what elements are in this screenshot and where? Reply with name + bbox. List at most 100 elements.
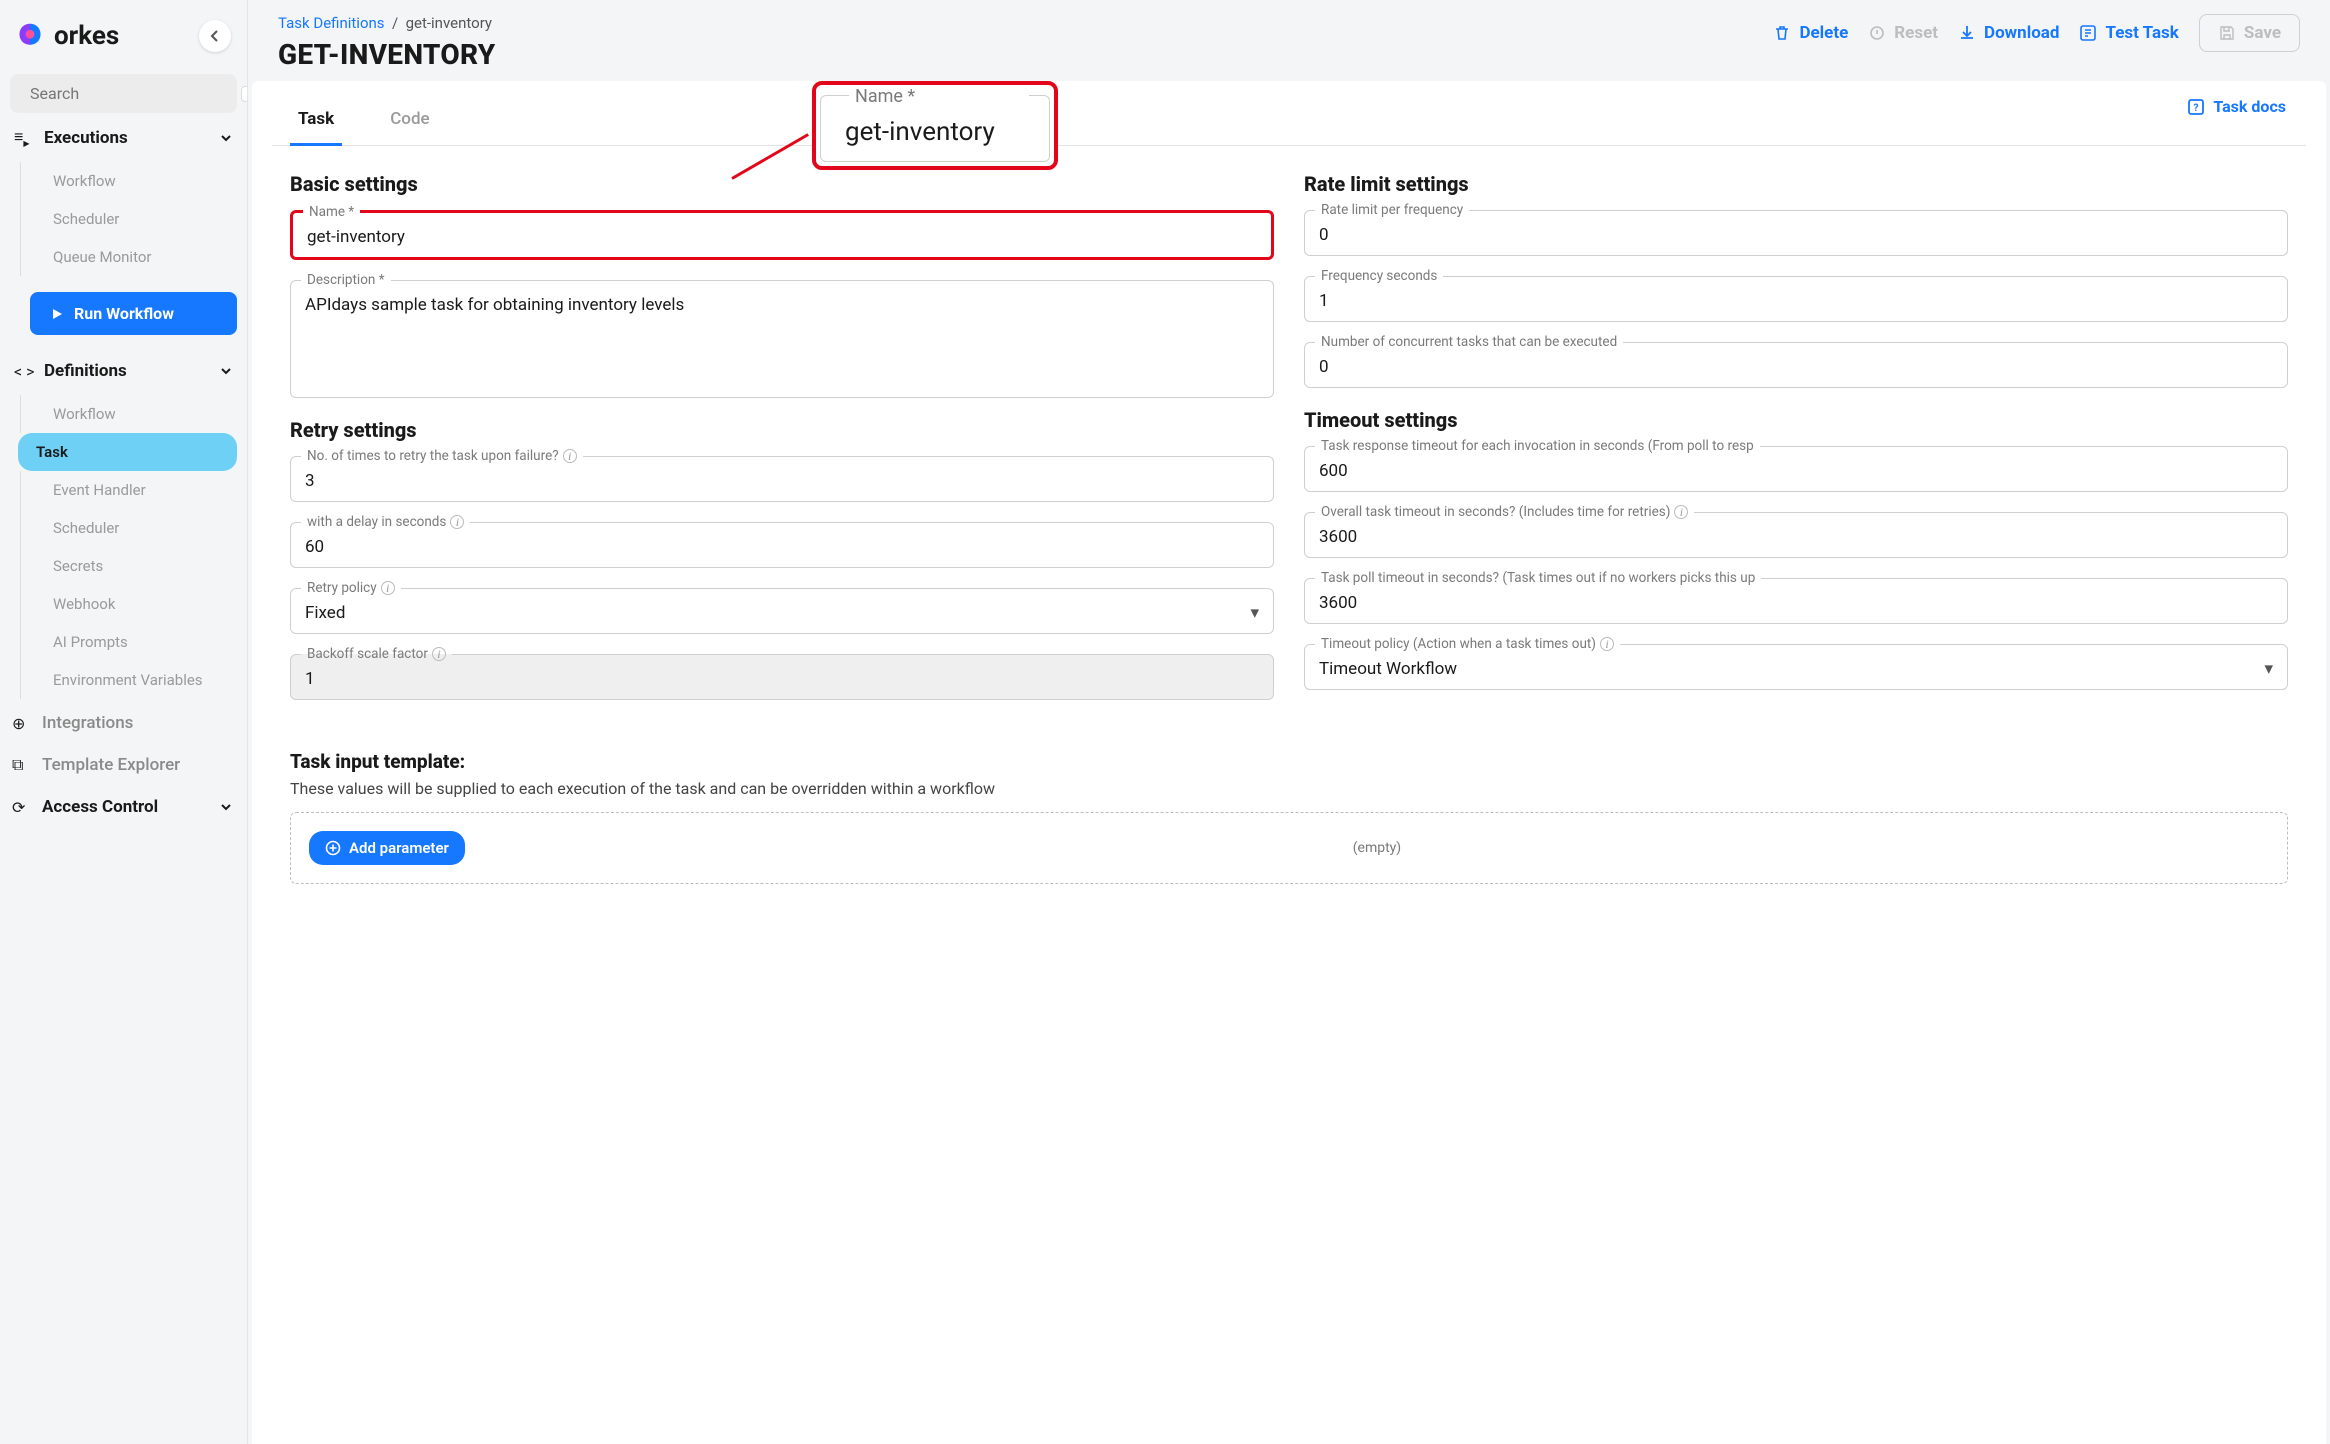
- left-col: Basic settings Name * Description * APId…: [290, 166, 1274, 720]
- chevron-down-icon: [219, 131, 233, 145]
- nav-template-explorer[interactable]: ⧉ Template Explorer: [10, 747, 237, 783]
- form-grid: Basic settings Name * Description * APId…: [272, 146, 2306, 740]
- nav-item-workflow-def[interactable]: Workflow: [20, 395, 237, 433]
- retry-count-input[interactable]: [305, 471, 1259, 491]
- definitions-items: Workflow Task Event Handler Scheduler Se…: [10, 395, 237, 699]
- info-icon[interactable]: i: [563, 449, 577, 463]
- caret-down-icon: ▾: [2264, 659, 2273, 679]
- retry-policy-field[interactable]: Retry policyi Fixed▾: [290, 588, 1274, 634]
- breadcrumb-current: get-inventory: [406, 14, 492, 32]
- poll-timeout-field[interactable]: Task poll timeout in seconds? (Task time…: [1304, 578, 2288, 624]
- plus-circle-icon: [325, 840, 341, 856]
- rate-limit-field[interactable]: Rate limit per frequency: [1304, 210, 2288, 256]
- chevron-down-icon: [219, 364, 233, 378]
- content-panel: Name * get-inventory Task Code ? Task do…: [252, 81, 2326, 1444]
- reset-button[interactable]: Reset: [1868, 23, 1938, 43]
- tab-code[interactable]: Code: [382, 99, 437, 145]
- concurrent-field[interactable]: Number of concurrent tasks that can be e…: [1304, 342, 2288, 388]
- info-icon[interactable]: i: [1674, 505, 1688, 519]
- code-icon: < >: [14, 362, 34, 381]
- delete-button[interactable]: Delete: [1773, 23, 1848, 43]
- refresh-icon: ⟳: [12, 798, 32, 817]
- download-button[interactable]: Download: [1958, 23, 2059, 43]
- search-box[interactable]: ⌘K: [10, 74, 237, 113]
- nav-item-env-vars[interactable]: Environment Variables: [20, 661, 237, 699]
- timeout-policy-field[interactable]: Timeout policy (Action when a task times…: [1304, 644, 2288, 690]
- chevron-left-icon: [209, 30, 221, 42]
- overall-timeout-input[interactable]: [1319, 527, 2273, 547]
- tab-task[interactable]: Task: [290, 99, 342, 146]
- task-docs-link[interactable]: ? Task docs: [2187, 97, 2286, 116]
- backoff-field: Backoff scale factori: [290, 654, 1274, 700]
- name-field[interactable]: Name *: [290, 210, 1274, 260]
- title-block: Task Definitions / get-inventory GET-INV…: [278, 14, 496, 71]
- info-icon[interactable]: i: [1600, 637, 1614, 651]
- info-icon[interactable]: i: [381, 581, 395, 595]
- retry-delay-field[interactable]: with a delay in secondsi: [290, 522, 1274, 568]
- kbd-hint: ⌘K: [241, 86, 248, 102]
- test-icon: [2079, 24, 2097, 42]
- sidebar: orkes ⌘K ≡▶ Executions Workflow Schedule…: [0, 0, 248, 1444]
- timeout-heading: Timeout settings: [1304, 408, 2288, 432]
- basic-heading: Basic settings: [290, 172, 1274, 196]
- run-workflow-button[interactable]: Run Workflow: [30, 292, 237, 335]
- test-task-button[interactable]: Test Task: [2079, 23, 2178, 43]
- nav-item-scheduler-def[interactable]: Scheduler: [20, 509, 237, 547]
- resp-timeout-input[interactable]: [1319, 461, 2273, 481]
- template-desc: These values will be supplied to each ex…: [272, 779, 2306, 812]
- retry-heading: Retry settings: [290, 418, 1274, 442]
- collapse-sidebar-button[interactable]: [199, 20, 231, 52]
- save-button[interactable]: Save: [2199, 14, 2300, 52]
- plug-icon: ⊕: [12, 714, 32, 733]
- rate-limit-input[interactable]: [1319, 225, 2273, 245]
- queue-icon: ≡▶: [14, 127, 34, 148]
- freq-sec-input[interactable]: [1319, 291, 2273, 311]
- save-icon: [2218, 24, 2236, 42]
- nav-item-workflow-exec[interactable]: Workflow: [20, 162, 237, 200]
- name-callout: Name * get-inventory: [812, 81, 1058, 170]
- executions-items: Workflow Scheduler Queue Monitor: [10, 162, 237, 276]
- nav-item-ai-prompts[interactable]: AI Prompts: [20, 623, 237, 661]
- nav-header-definitions[interactable]: < > Definitions: [10, 353, 237, 389]
- right-col: Rate limit settings Rate limit per frequ…: [1304, 166, 2288, 720]
- info-icon[interactable]: i: [450, 515, 464, 529]
- action-bar: Delete Reset Download Test Task Save: [1773, 14, 2300, 52]
- breadcrumb-parent[interactable]: Task Definitions: [278, 14, 385, 32]
- svg-text:?: ?: [2194, 103, 2199, 114]
- logo-icon: [16, 22, 44, 50]
- resp-timeout-field[interactable]: Task response timeout for each invocatio…: [1304, 446, 2288, 492]
- brand-text: orkes: [54, 21, 119, 51]
- nav-integrations[interactable]: ⊕ Integrations: [10, 705, 237, 741]
- nav-item-event-handler[interactable]: Event Handler: [20, 471, 237, 509]
- breadcrumb: Task Definitions / get-inventory: [278, 14, 496, 32]
- nav-item-scheduler-exec[interactable]: Scheduler: [20, 200, 237, 238]
- description-input[interactable]: APIdays sample task for obtaining invent…: [305, 295, 1259, 383]
- description-field[interactable]: Description * APIdays sample task for ob…: [290, 280, 1274, 398]
- info-icon[interactable]: i: [432, 647, 446, 661]
- overall-timeout-field[interactable]: Overall task timeout in seconds? (Includ…: [1304, 512, 2288, 558]
- template-heading: Task input template:: [272, 750, 2306, 773]
- reset-icon: [1868, 24, 1886, 42]
- add-parameter-button[interactable]: Add parameter: [309, 831, 465, 865]
- retry-count-field[interactable]: No. of times to retry the task upon fail…: [290, 456, 1274, 502]
- docs-icon: ?: [2187, 98, 2205, 116]
- template-empty-text: (empty): [1353, 840, 1401, 856]
- poll-timeout-input[interactable]: [1319, 593, 2273, 613]
- nav-header-executions[interactable]: ≡▶ Executions: [10, 119, 237, 156]
- nav-item-task-def[interactable]: Task: [18, 433, 237, 471]
- nav-item-webhook[interactable]: Webhook: [20, 585, 237, 623]
- logo-row: orkes: [10, 12, 237, 60]
- retry-delay-input[interactable]: [305, 537, 1259, 557]
- caret-down-icon: ▾: [1250, 603, 1259, 623]
- chevron-down-icon: [219, 800, 233, 814]
- concurrent-input[interactable]: [1319, 357, 2273, 377]
- page-title: GET-INVENTORY: [278, 38, 496, 71]
- nav-item-secrets[interactable]: Secrets: [20, 547, 237, 585]
- nav-access-control[interactable]: ⟳ Access Control: [10, 789, 237, 825]
- search-input[interactable]: [30, 84, 233, 103]
- freq-sec-field[interactable]: Frequency seconds: [1304, 276, 2288, 322]
- name-input[interactable]: [307, 227, 1257, 247]
- nav-item-queue-monitor[interactable]: Queue Monitor: [20, 238, 237, 276]
- template-box: Add parameter (empty): [290, 812, 2288, 884]
- trash-icon: [1773, 24, 1791, 42]
